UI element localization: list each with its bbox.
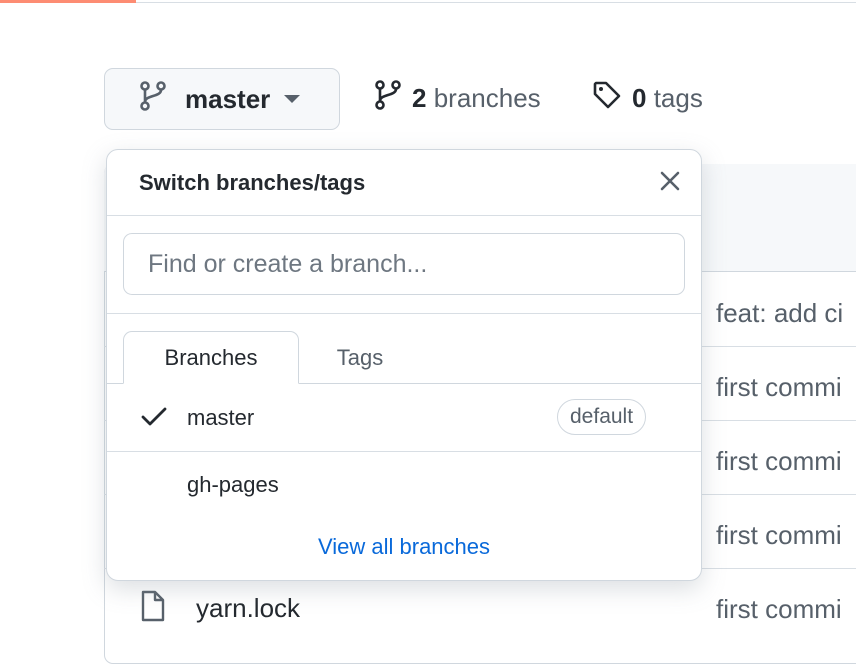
view-all-branches-link[interactable]: View all branches xyxy=(107,534,701,560)
active-nav-underline xyxy=(0,0,136,3)
branch-select-label: master xyxy=(185,83,271,114)
branches-link[interactable]: 2 branches xyxy=(374,80,541,117)
branch-filter-input[interactable] xyxy=(123,233,685,295)
tab-branches[interactable]: Branches xyxy=(123,331,299,384)
dropdown-title: Switch branches/tags xyxy=(139,170,366,195)
tag-icon xyxy=(592,80,622,117)
caret-down-icon xyxy=(284,95,301,103)
branch-item-label: master xyxy=(187,405,255,430)
filter-section xyxy=(107,216,701,314)
branch-item-gh-pages[interactable]: gh-pages xyxy=(107,452,701,520)
commit-message-link[interactable]: first commi xyxy=(716,372,842,403)
branches-count: 2 xyxy=(412,83,427,113)
file-name-link[interactable]: yarn.lock xyxy=(196,593,300,624)
commit-message-link[interactable]: first commi xyxy=(716,446,842,477)
tab-tags[interactable]: Tags xyxy=(307,331,413,384)
table-row: yarn.lock xyxy=(140,590,300,627)
file-icon xyxy=(140,590,166,627)
dropdown-header: Switch branches/tags xyxy=(107,150,701,216)
default-badge: default xyxy=(557,399,647,435)
commit-message-link[interactable]: first commi xyxy=(716,520,842,551)
tags-label: tags xyxy=(653,83,703,113)
tags-count: 0 xyxy=(632,83,647,113)
branch-item-master[interactable]: master default xyxy=(107,384,701,452)
branch-item-label: gh-pages xyxy=(187,472,279,497)
commit-message-link[interactable]: feat: add ci xyxy=(716,298,843,329)
branch-select-button[interactable]: master xyxy=(104,68,340,130)
tags-link[interactable]: 0 tags xyxy=(592,80,703,117)
check-icon xyxy=(141,406,167,433)
nav-divider xyxy=(136,2,856,3)
close-button[interactable] xyxy=(655,168,685,198)
close-icon xyxy=(659,170,681,197)
dropdown-tabs: Branches Tags xyxy=(107,314,701,384)
commit-message-link[interactable]: first commi xyxy=(716,594,842,625)
git-branch-icon xyxy=(139,80,167,118)
branch-dropdown: Switch branches/tags Branches Tags maste… xyxy=(106,149,702,581)
branches-label: branches xyxy=(433,83,541,113)
git-branch-icon xyxy=(374,80,402,117)
